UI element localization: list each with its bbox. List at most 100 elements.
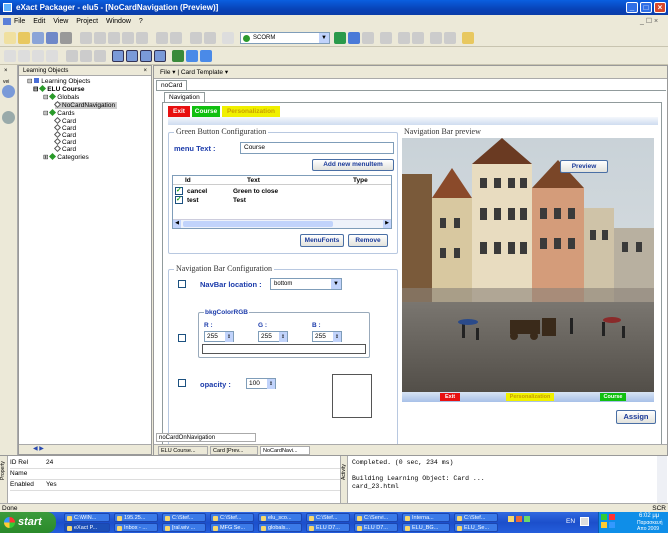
tab-nocard[interactable]: noCard	[156, 80, 188, 90]
undo-icon[interactable]	[156, 32, 168, 44]
editor-file-menu[interactable]: File	[160, 69, 170, 76]
taskbar-item[interactable]: C:\WIN...	[64, 513, 110, 522]
tool-c-icon[interactable]	[94, 50, 106, 62]
tools-icon[interactable]	[2, 111, 15, 124]
menu-text-input[interactable]: Course	[240, 142, 394, 154]
quick-launch-icon[interactable]	[524, 516, 530, 522]
tab-nocardonnavigation[interactable]: noCardOnNavigation	[156, 433, 256, 442]
nav-last-icon[interactable]	[46, 50, 58, 62]
print-icon[interactable]	[60, 32, 72, 44]
taskbar-item[interactable]: 195.25...	[114, 513, 158, 522]
taskbar-item[interactable]: ELU_Se...	[454, 523, 498, 532]
language-indicator[interactable]: EN	[566, 518, 575, 525]
preview-personalization-button[interactable]: Personalization	[506, 393, 554, 401]
tray-icon[interactable]	[609, 514, 615, 520]
publish-icon[interactable]	[348, 32, 360, 44]
menu-edit[interactable]: Edit	[33, 18, 45, 25]
export-icon[interactable]	[412, 32, 424, 44]
nav-prev-icon[interactable]	[18, 50, 30, 62]
g-spinner[interactable]: 255 ⇕	[258, 331, 288, 342]
doc-tab-course[interactable]: ELU Course...	[158, 446, 208, 455]
replace-icon[interactable]	[204, 32, 216, 44]
tree-item-cards[interactable]: ⊟ Cards	[43, 108, 75, 117]
menu-project[interactable]: Project	[76, 18, 98, 25]
taskbar-item[interactable]: globals...	[258, 523, 302, 532]
taskbar-item[interactable]: C:\Stef...	[162, 513, 206, 522]
scroll-left-icon[interactable]: ◀ ▶	[33, 445, 44, 452]
opacity-spinner[interactable]: 100 ⇕	[246, 378, 276, 389]
taskbar-item[interactable]: elu_sco...	[258, 513, 302, 522]
row-checkbox[interactable]	[175, 186, 183, 195]
spinner-arrows-icon[interactable]: ⇕	[333, 332, 341, 342]
property-row[interactable]: Enabled Yes	[10, 481, 340, 491]
spinner-arrows-icon[interactable]: ⇕	[279, 332, 287, 342]
quick-launch-icon[interactable]	[508, 516, 514, 522]
preview-button[interactable]: Preview	[560, 160, 608, 173]
tray-icon[interactable]	[609, 522, 615, 528]
taskbar-item[interactable]: MFG Se...	[210, 523, 254, 532]
taskbar-item[interactable]: Interna...	[402, 513, 450, 522]
clock[interactable]: 6:02 μμ	[639, 513, 659, 519]
new-icon[interactable]	[4, 32, 16, 44]
tree-item-categories[interactable]: ⊞ Categories	[43, 152, 89, 161]
help-icon[interactable]	[222, 32, 234, 44]
taskbar-item[interactable]: C:\Servi...	[354, 513, 398, 522]
minimize-button[interactable]: _	[626, 2, 638, 13]
preview-icon[interactable]	[380, 32, 392, 44]
add-menu-item-button[interactable]: Add new menuItem	[312, 159, 394, 171]
table-scrollbar[interactable]: ◀ ▶	[173, 219, 391, 228]
layout-3-icon[interactable]	[140, 50, 152, 62]
scroll-right-icon[interactable]: ▶	[383, 220, 391, 228]
close-icon[interactable]: ×	[4, 68, 8, 74]
tree-item-card[interactable]: Card	[53, 144, 76, 153]
layout-4-icon[interactable]	[154, 50, 166, 62]
taskbar-item[interactable]: [ral.wiv ...	[162, 523, 206, 532]
taskbar-item[interactable]: ELU_BG...	[402, 523, 450, 532]
validate-icon[interactable]	[362, 32, 374, 44]
tool-b-icon[interactable]	[80, 50, 92, 62]
tab-navigation[interactable]: Navigation	[164, 92, 205, 102]
cut-icon[interactable]	[80, 32, 92, 44]
column-type[interactable]: Type	[353, 177, 368, 184]
save-all-icon[interactable]	[46, 32, 58, 44]
bkg-color-checkbox[interactable]	[178, 334, 186, 342]
column-id[interactable]: Id	[185, 177, 191, 184]
quick-launch-icon[interactable]	[516, 516, 522, 522]
spinner-arrows-icon[interactable]: ⇕	[267, 379, 275, 389]
menu-view[interactable]: View	[53, 18, 68, 25]
taskbar-item[interactable]: ELU D7...	[354, 523, 398, 532]
property-row[interactable]: ID Rel 24	[10, 459, 340, 469]
layout-1-icon[interactable]	[112, 50, 124, 62]
card-template-menu[interactable]: Card Template	[181, 69, 223, 76]
doc-tab-card-preview[interactable]: Card [Prev...	[210, 446, 258, 455]
project-icon[interactable]	[2, 85, 15, 98]
mdi-controls-icon[interactable]: _ ☐ ×	[640, 15, 658, 28]
find-icon[interactable]	[190, 32, 202, 44]
start-button[interactable]: start	[0, 512, 56, 533]
copy-icon[interactable]	[94, 32, 106, 44]
taskbar-item[interactable]: C:\Stef...	[454, 513, 498, 522]
activity-side-tab[interactable]: Activity	[340, 456, 348, 504]
opacity-checkbox[interactable]	[178, 379, 186, 387]
zip-icon[interactable]	[430, 32, 442, 44]
remove-button[interactable]: Remove	[348, 234, 388, 247]
r-spinner[interactable]: 255 ⇕	[204, 331, 234, 342]
scroll-left-icon[interactable]: ◀	[173, 220, 181, 228]
doc-tab-nocardnavi[interactable]: NoCardNavi...	[260, 446, 310, 455]
preview-course-button[interactable]: Course	[600, 393, 626, 401]
menu-help[interactable]: ?	[139, 18, 143, 25]
close-icon[interactable]: ×	[143, 66, 147, 76]
close-button[interactable]: ×	[654, 2, 666, 13]
layout-2-icon[interactable]	[126, 50, 138, 62]
save-icon[interactable]	[32, 32, 44, 44]
keyboard-icon[interactable]	[580, 517, 589, 526]
taskbar-item[interactable]: Inbox - ...	[114, 523, 158, 532]
tree-item-root[interactable]: ⊟ Learning Objects	[27, 78, 90, 85]
settings-icon[interactable]	[462, 32, 474, 44]
tab-exit[interactable]: Exit	[168, 106, 190, 117]
column-text[interactable]: Text	[247, 177, 260, 184]
build-icon[interactable]	[334, 32, 346, 44]
navbar-location-checkbox[interactable]	[178, 280, 186, 288]
nav-next-icon[interactable]	[32, 50, 44, 62]
import-icon[interactable]	[398, 32, 410, 44]
